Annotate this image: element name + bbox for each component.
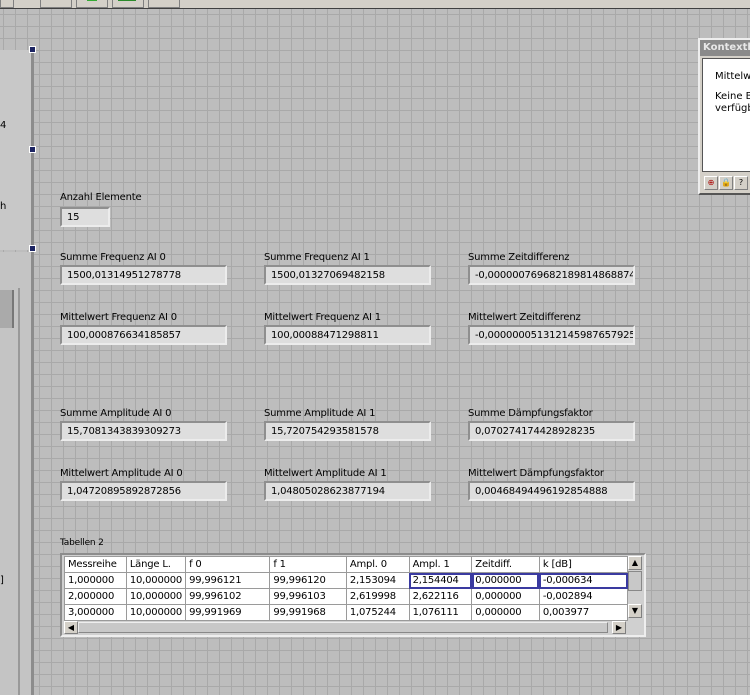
anzahl-elemente-label: Anzahl Elemente <box>60 192 142 203</box>
table-cell[interactable]: 99,996120 <box>269 572 347 589</box>
table-cell[interactable]: 3,000000 <box>64 604 127 621</box>
table-cell[interactable]: 0,000000 <box>471 572 540 589</box>
table-cell[interactable]: 2,154404 <box>408 572 473 589</box>
mittelwert-frequenz-ai0-indicator: 100,000876634185857 <box>60 325 227 345</box>
context-help-text: verfügbar <box>715 103 750 114</box>
align-button[interactable] <box>40 0 72 8</box>
summe-frequenz-ai0-label: Summe Frequenz AI 0 <box>60 252 166 263</box>
column-header[interactable]: Ampl. 1 <box>408 556 473 573</box>
scroll-down-button[interactable]: ▼ <box>628 604 642 618</box>
resize-handle[interactable] <box>29 146 36 153</box>
table-cell[interactable]: 99,991969 <box>185 604 271 621</box>
mittelwert-amplitude-ai0-indicator: 1,04720895892872856 <box>60 481 227 501</box>
column-header[interactable]: Länge L. <box>125 556 187 573</box>
column-header[interactable]: Messreihe <box>64 556 127 573</box>
table-cell[interactable]: 2,622116 <box>408 588 473 605</box>
mittelwert-amplitude-ai1-label: Mittelwert Amplitude AI 1 <box>264 468 387 479</box>
left-lower-panel[interactable]: ] <box>0 252 34 695</box>
summe-amplitude-ai0-indicator: 15,7081343839309273 <box>60 421 227 441</box>
column-header[interactable]: f 0 <box>185 556 271 573</box>
mittelwert-zeitdifferenz-indicator: -0,000000051312145987657925 <box>468 325 635 345</box>
mittelwert-frequenz-ai1-label: Mittelwert Frequenz AI 1 <box>264 312 381 323</box>
table-row[interactable]: 3,000000 10,000000 99,991969 99,991968 1,075… <box>64 604 629 621</box>
context-help-content: Mittelwert Keine Beschreibung verfügbar <box>702 58 750 172</box>
context-help-text: Keine Beschreibung <box>715 91 750 102</box>
table-row[interactable]: 2,000000 10,000000 99,996102 99,996103 2,619… <box>64 588 629 605</box>
table-cell[interactable]: 99,996121 <box>185 572 271 589</box>
summe-frequenz-ai1-indicator: 1500,01327069482158 <box>264 265 431 285</box>
mittelwert-daempfungsfaktor-indicator: 0,00468494496192854888 <box>468 481 635 501</box>
table-cell[interactable]: 0,003977 <box>538 604 629 621</box>
table-cell[interactable]: 0,000000 <box>471 604 540 621</box>
left-panel-text: h <box>0 201 7 212</box>
help-icon[interactable]: ? <box>734 176 748 190</box>
mittelwert-daempfungsfaktor-label: Mittelwert Dämpfungsfaktor <box>468 468 604 479</box>
resize-handle[interactable] <box>29 46 36 53</box>
mittelwert-frequenz-ai1-indicator: 100,00088471298811 <box>264 325 431 345</box>
show-optional-terminals-icon[interactable]: ⊕ <box>704 176 718 190</box>
summe-amplitude-ai1-indicator: 15,720754293581578 <box>264 421 431 441</box>
summe-frequenz-ai1-label: Summe Frequenz AI 1 <box>264 252 370 263</box>
mittelwert-amplitude-ai0-label: Mittelwert Amplitude AI 0 <box>60 468 183 479</box>
toolbar <box>0 0 750 9</box>
table-cell[interactable]: 1,075244 <box>345 604 410 621</box>
left-panel-text: ] <box>0 575 4 586</box>
context-help-window[interactable]: Kontexthilfe Mittelwert Keine Beschreibu… <box>698 38 750 195</box>
table-grid[interactable]: Messreihe Länge L. f 0f 1 Ampl. 0 Ampl. 1 Zei… <box>64 556 629 621</box>
table-cell[interactable]: 2,153094 <box>345 572 410 589</box>
summe-frequenz-ai0-indicator: 1500,01314951278778 <box>60 265 227 285</box>
left-panel-text: 4 <box>0 120 7 131</box>
summe-daempfungsfaktor-indicator: 0,070274174428928235 <box>468 421 635 441</box>
horizontal-scroll-thumb[interactable] <box>78 622 608 633</box>
table-cell[interactable]: 2,000000 <box>64 588 127 605</box>
lock-icon[interactable]: 🔒 <box>719 176 733 190</box>
left-scroll-thumb[interactable] <box>0 290 14 328</box>
summe-amplitude-ai0-label: Summe Amplitude AI 0 <box>60 408 172 419</box>
column-header[interactable]: Zeitdiff. <box>471 556 540 573</box>
table-cell[interactable]: 99,996102 <box>185 588 271 605</box>
scroll-up-button[interactable]: ▲ <box>628 556 642 570</box>
table-cell[interactable]: 10,000000 <box>125 572 187 589</box>
anzahl-elemente-indicator: 15 <box>60 207 110 227</box>
summe-daempfungsfaktor-label: Summe Dämpfungsfaktor <box>468 408 593 419</box>
table-cell[interactable]: 99,991968 <box>269 604 347 621</box>
table-cell[interactable]: 10,000000 <box>125 604 187 621</box>
summe-amplitude-ai1-label: Summe Amplitude AI 1 <box>264 408 376 419</box>
reorder-button[interactable] <box>148 0 180 8</box>
resize-handle[interactable] <box>29 245 36 252</box>
resize-button[interactable] <box>112 0 144 8</box>
table-cell[interactable]: -0,000634 <box>538 572 629 589</box>
scroll-right-button[interactable]: ▶ <box>612 621 626 634</box>
mittelwert-frequenz-ai0-label: Mittelwert Frequenz AI 0 <box>60 312 177 323</box>
table-cell[interactable]: 1,076111 <box>408 604 473 621</box>
context-help-heading: Mittelwert <box>715 71 750 82</box>
distribute-icon <box>87 0 97 1</box>
table-cell[interactable]: 99,996103 <box>269 588 347 605</box>
column-header[interactable]: f 1 <box>269 556 347 573</box>
summe-zeitdifferenz-indicator: -0,00000076968218981486887​4 <box>468 265 635 285</box>
vertical-scroll-thumb[interactable] <box>628 571 642 591</box>
resize-icon <box>118 0 136 1</box>
table-cell[interactable]: 2,619998 <box>345 588 410 605</box>
divider <box>18 288 20 695</box>
scroll-left-button[interactable]: ◀ <box>64 621 78 634</box>
table-cell[interactable]: 0,000000 <box>471 588 540 605</box>
distribute-button[interactable] <box>76 0 108 8</box>
tabellen-2-table[interactable]: Messreihe Länge L. f 0f 1 Ampl. 0 Ampl. 1 Zei… <box>60 553 646 637</box>
summe-zeitdifferenz-label: Summe Zeitdifferenz <box>468 252 570 263</box>
mittelwert-zeitdifferenz-label: Mittelwert Zeitdifferenz <box>468 312 581 323</box>
table-header-row: Messreihe Länge L. f 0f 1 Ampl. 0 Ampl. 1 Zei… <box>64 556 629 573</box>
mittelwert-amplitude-ai1-indicator: 1,04805028623877194 <box>264 481 431 501</box>
table-cell[interactable]: -0,002894 <box>538 588 629 605</box>
table-cell[interactable]: 1,000000 <box>64 572 127 589</box>
table-row[interactable]: 1,000000 10,000000 99,996121 99,996120 2,153… <box>64 572 629 589</box>
table-label: Tabellen 2 <box>60 538 104 548</box>
column-header[interactable]: k [dB] <box>538 556 629 573</box>
context-help-title: Kontexthilfe <box>700 40 750 56</box>
table-cell[interactable]: 10,000000 <box>125 588 187 605</box>
column-header[interactable]: Ampl. 0 <box>345 556 410 573</box>
toolbar-button[interactable] <box>0 0 14 8</box>
